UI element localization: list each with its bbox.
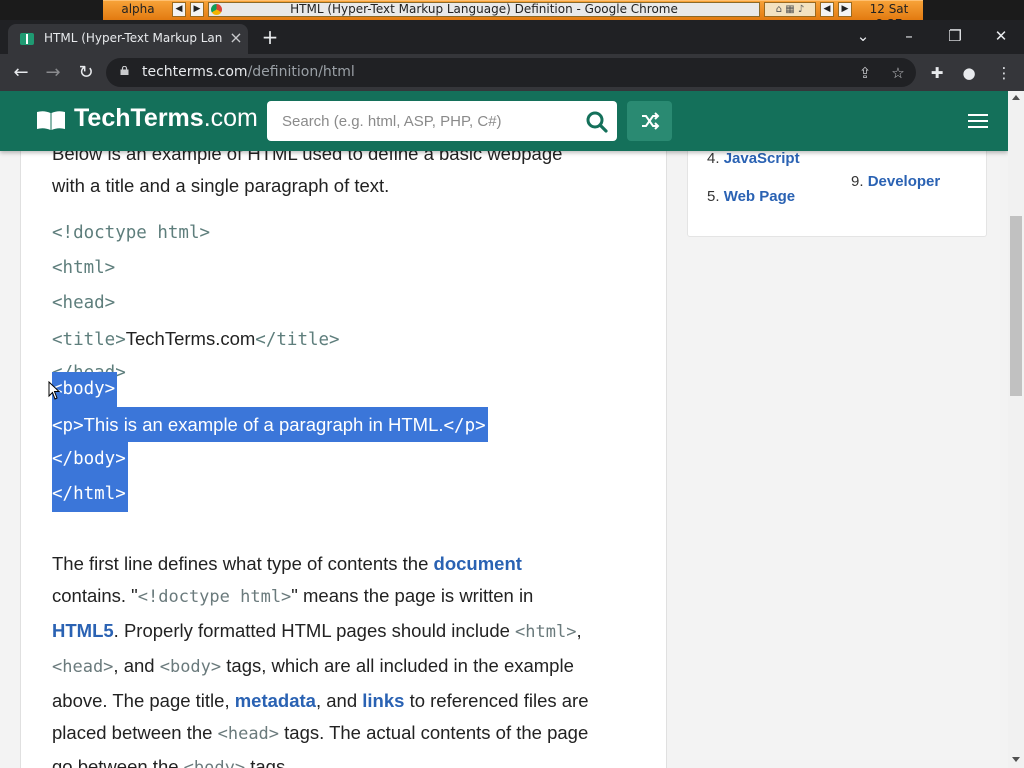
extensions-icon[interactable]: ✚ bbox=[926, 62, 948, 84]
restore-button[interactable]: ❐ bbox=[940, 24, 970, 48]
page-viewport: TechTerms.com Below is an example of HTM… bbox=[0, 91, 1008, 768]
os-taskbar: alpha ◀ ▶ HTML (Hyper-Text Markup Langua… bbox=[0, 0, 1024, 31]
tab-strip: HTML (Hyper-Text Markup Language) Defini… bbox=[0, 20, 1024, 54]
lock-icon bbox=[120, 66, 129, 75]
body-text: <head>, and <body> tags, which are all i… bbox=[52, 655, 574, 677]
browser-toolbar: ← → ↻ techterms.com/definition/html ⇪ ☆ … bbox=[0, 54, 1024, 91]
tray-next-icon[interactable]: ▶ bbox=[838, 2, 852, 17]
window-title-text: HTML (Hyper-Text Markup Language) Defini… bbox=[290, 2, 678, 16]
code-line: <head> bbox=[52, 293, 116, 313]
tab-search-icon[interactable]: ⌄ bbox=[848, 24, 878, 48]
system-tray[interactable]: ⌂ ▦ ♪ bbox=[764, 2, 816, 17]
body-text: The first line defines what type of cont… bbox=[52, 553, 522, 574]
search-input[interactable] bbox=[267, 101, 577, 141]
search-box bbox=[267, 101, 617, 141]
related-term-link[interactable]: Web Page bbox=[724, 188, 795, 205]
body-text: HTML5. Properly formatted HTML pages sho… bbox=[52, 620, 582, 642]
tab-title: HTML (Hyper-Text Markup Language) Defini… bbox=[44, 31, 222, 45]
scroll-down-icon[interactable] bbox=[1012, 757, 1020, 762]
bookmark-star-icon[interactable]: ☆ bbox=[889, 64, 907, 82]
share-icon[interactable]: ⇪ bbox=[856, 64, 874, 82]
article-panel: Below is an example of HTML used to defi… bbox=[20, 91, 667, 768]
random-term-button[interactable] bbox=[627, 101, 672, 141]
new-tab-button[interactable]: + bbox=[260, 27, 280, 47]
profile-icon[interactable]: ● bbox=[958, 62, 980, 84]
tray-prev-icon[interactable]: ◀ bbox=[820, 2, 834, 17]
minimize-button[interactable]: – bbox=[894, 24, 924, 48]
scroll-up-icon[interactable] bbox=[1012, 95, 1020, 100]
address-bar[interactable]: techterms.com/definition/html ⇪ ☆ bbox=[106, 58, 916, 87]
link-document[interactable]: document bbox=[434, 553, 522, 574]
related-term-item: 9. Developer bbox=[851, 173, 941, 190]
mouse-cursor-icon bbox=[48, 381, 61, 400]
chrome-menu-icon[interactable]: ⋮ bbox=[993, 62, 1015, 84]
related-term-link[interactable]: JavaScript bbox=[724, 150, 800, 167]
active-window-title[interactable]: HTML (Hyper-Text Markup Language) Defini… bbox=[208, 2, 760, 17]
code-line: <!doctype html> bbox=[52, 223, 211, 243]
body-text: contains. "<!doctype html>" means the pa… bbox=[52, 585, 534, 607]
body-text: placed between the <head> tags. The actu… bbox=[52, 722, 589, 744]
body-text: go between the <body> tags. bbox=[52, 756, 291, 768]
link-links[interactable]: links bbox=[362, 690, 404, 711]
code-line: <title>TechTerms.com</title> bbox=[52, 328, 340, 350]
browser-tab[interactable]: HTML (Hyper-Text Markup Language) Defini… bbox=[8, 24, 248, 54]
chrome-icon bbox=[211, 4, 222, 15]
forward-button[interactable]: → bbox=[40, 60, 66, 86]
hamburger-menu-icon[interactable] bbox=[966, 111, 990, 131]
workspace-label[interactable]: alpha bbox=[110, 2, 166, 17]
clock[interactable]: 12 Sat 8:37 bbox=[857, 2, 921, 31]
site-header: TechTerms.com bbox=[0, 91, 1008, 151]
search-icon[interactable] bbox=[585, 110, 609, 134]
techterms-favicon-icon bbox=[20, 33, 34, 45]
code-line: <html> bbox=[52, 258, 116, 278]
link-html5[interactable]: HTML5 bbox=[52, 620, 114, 641]
related-term-item: 5. Web Page bbox=[707, 188, 796, 205]
close-tab-icon[interactable]: × bbox=[228, 30, 244, 46]
site-logo[interactable]: TechTerms.com bbox=[74, 104, 258, 133]
prev-workspace-icon[interactable]: ◀ bbox=[172, 2, 186, 17]
selected-code-line: </html> bbox=[52, 477, 128, 512]
url-text: techterms.com/definition/html bbox=[142, 64, 355, 80]
back-button[interactable]: ← bbox=[8, 60, 34, 86]
related-term-link[interactable]: Developer bbox=[868, 173, 941, 190]
selected-code-line: </body> bbox=[52, 442, 128, 477]
related-term-item: 4. JavaScript bbox=[707, 150, 800, 167]
shuffle-icon bbox=[642, 112, 660, 130]
reload-button[interactable]: ↻ bbox=[73, 60, 99, 86]
page-scrollbar[interactable] bbox=[1008, 91, 1024, 768]
book-logo-icon[interactable] bbox=[36, 109, 66, 131]
intro-text: with a title and a single paragraph of t… bbox=[52, 175, 390, 196]
selected-code-line: <p>This is an example of a paragraph in … bbox=[52, 407, 488, 442]
scroll-thumb[interactable] bbox=[1010, 216, 1022, 396]
next-workspace-icon[interactable]: ▶ bbox=[190, 2, 204, 17]
close-window-button[interactable]: ✕ bbox=[986, 24, 1016, 48]
body-text: above. The page title, metadata, and lin… bbox=[52, 690, 589, 711]
link-metadata[interactable]: metadata bbox=[235, 690, 316, 711]
